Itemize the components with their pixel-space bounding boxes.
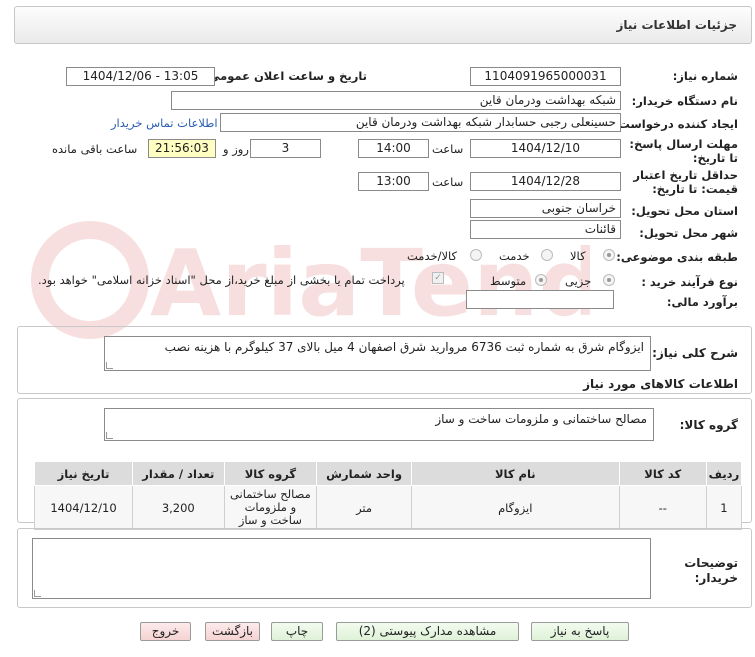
exit-button[interactable]: خروج: [140, 622, 191, 641]
buyer-org-label: نام دستگاه خریدار:: [631, 94, 738, 108]
reply-deadline-label: مهلت ارسال پاسخ: تا تاریخ:: [629, 137, 738, 165]
budget-label: برآورد مالی:: [666, 295, 738, 309]
reply-button[interactable]: پاسخ به نیاز: [531, 622, 629, 641]
reply-date-field: 1404/12/10: [470, 139, 621, 158]
goods-table-header: ردیف کد کالا نام کالا واحد شمارش گروه کا…: [33, 461, 743, 486]
province-label: استان محل تحویل:: [631, 204, 738, 218]
goods-info-title: اطلاعات کالاهای مورد نیاز: [583, 377, 738, 391]
resize-handle-icon[interactable]: [34, 590, 41, 597]
city-field: قائنات: [470, 220, 621, 239]
col-header-name: نام کالا: [410, 461, 620, 486]
general-desc-field: ایزوگام شرق به شماره ثبت 6736 مروارید شر…: [104, 336, 651, 371]
requester-field: حسینعلی رجبی حسابدار شبکه بهداشت ودرمان …: [220, 113, 621, 132]
purchase-medium-label: متوسط: [490, 274, 527, 288]
purchase-partial-radio[interactable]: [603, 274, 615, 286]
reply-time-label: ساعت: [432, 142, 464, 156]
goods-group-label: گروه کالا:: [679, 418, 738, 432]
general-desc-text: ایزوگام شرق به شماره ثبت 6736 مروارید شر…: [164, 340, 644, 354]
need-number-label: شماره نیاز:: [672, 69, 738, 83]
requester-label: ایجاد کننده درخواست:: [613, 117, 738, 131]
buyer-contact-link[interactable]: اطلاعات تماس خریدار: [111, 116, 218, 130]
goods-group-text: مصالح ساختمانی و ملزومات ساخت و ساز: [435, 412, 647, 426]
category-goods-radio[interactable]: [603, 249, 615, 261]
col-header-date: تاریخ نیاز: [33, 461, 134, 486]
cell-row: 1: [705, 485, 743, 530]
category-goods-label: کالا: [570, 249, 586, 263]
cell-name: ایزوگام: [410, 485, 620, 530]
print-button[interactable]: چاپ: [271, 622, 323, 641]
category-service-radio[interactable]: [541, 249, 553, 261]
back-button[interactable]: بازگشت: [205, 622, 260, 641]
buyer-notes-label: توضیحات خریدار:: [684, 556, 738, 585]
announce-datetime-label: تاریخ و ساعت اعلان عمومی:: [203, 69, 367, 83]
general-desc-label: شرح کلی نیاز:: [652, 346, 738, 360]
cell-unit: متر: [316, 485, 412, 530]
category-service-label: خدمت: [499, 249, 530, 263]
category-goods-service-label: کالا/خدمت: [407, 249, 458, 263]
goods-group-field: مصالح ساختمانی و ملزومات ساخت و ساز: [104, 408, 654, 441]
validity-date-field: 1404/12/28: [470, 172, 621, 191]
cell-qty: 3,200: [132, 485, 225, 530]
attachments-button[interactable]: مشاهده مدارک پیوستی (2): [336, 622, 519, 641]
validity-label: حداقل تاریخ اعتبار قیمت: تا تاریخ:: [633, 168, 738, 196]
col-header-unit: واحد شمارش: [316, 461, 412, 486]
buyer-notes-field: [32, 538, 651, 599]
col-header-code: کد کالا: [618, 461, 707, 486]
table-row: 1 -- ایزوگام متر مصالح ساختمانی و ملزوما…: [33, 485, 743, 530]
purchase-type-label: نوع فرآیند خرید :: [641, 275, 738, 289]
category-goods-service-radio[interactable]: [470, 249, 482, 261]
remaining-label: ساعت باقی مانده: [52, 142, 138, 156]
page-title: جزئیات اطلاعات نیاز: [616, 18, 737, 32]
goods-table: ردیف کد کالا نام کالا واحد شمارش گروه کا…: [33, 461, 743, 530]
time-left-field: 21:56:03: [148, 139, 216, 158]
buyer-org-field: شبکه بهداشت ودرمان قاین: [171, 91, 621, 110]
col-header-group: گروه کالا: [223, 461, 318, 486]
validity-time-label: ساعت: [432, 175, 464, 189]
treasury-note: پرداخت تمام یا بخشی از مبلغ خرید،از محل …: [38, 273, 405, 287]
days-left-field: 3: [250, 139, 321, 158]
cell-group: مصالح ساختمانی و ملزومات ساخت و ساز: [223, 485, 318, 530]
purchase-partial-label: جزیی: [565, 274, 592, 288]
budget-field: [466, 290, 614, 309]
cell-code: --: [618, 485, 707, 530]
city-label: شهر محل تحویل:: [639, 226, 738, 240]
need-number-field: 1104091965000031: [470, 67, 621, 86]
category-label: طبقه بندی موضوعی:: [616, 250, 738, 264]
resize-handle-icon[interactable]: [106, 362, 113, 369]
purchase-medium-radio[interactable]: [535, 274, 547, 286]
validity-time-field: 13:00: [358, 172, 429, 191]
treasury-checkbox[interactable]: ✓: [432, 272, 444, 284]
col-header-row: ردیف: [705, 461, 743, 486]
announce-datetime-field: 1404/12/06 - 13:05: [66, 67, 215, 86]
page-header: جزئیات اطلاعات نیاز: [14, 6, 752, 44]
col-header-qty: تعداد / مقدار: [132, 461, 225, 486]
cell-date: 1404/12/10: [33, 485, 134, 530]
resize-handle-icon[interactable]: [106, 432, 113, 439]
days-label: روز و: [223, 142, 249, 156]
province-field: خراسان جنوبی: [470, 199, 621, 218]
reply-time-field: 14:00: [358, 139, 429, 158]
